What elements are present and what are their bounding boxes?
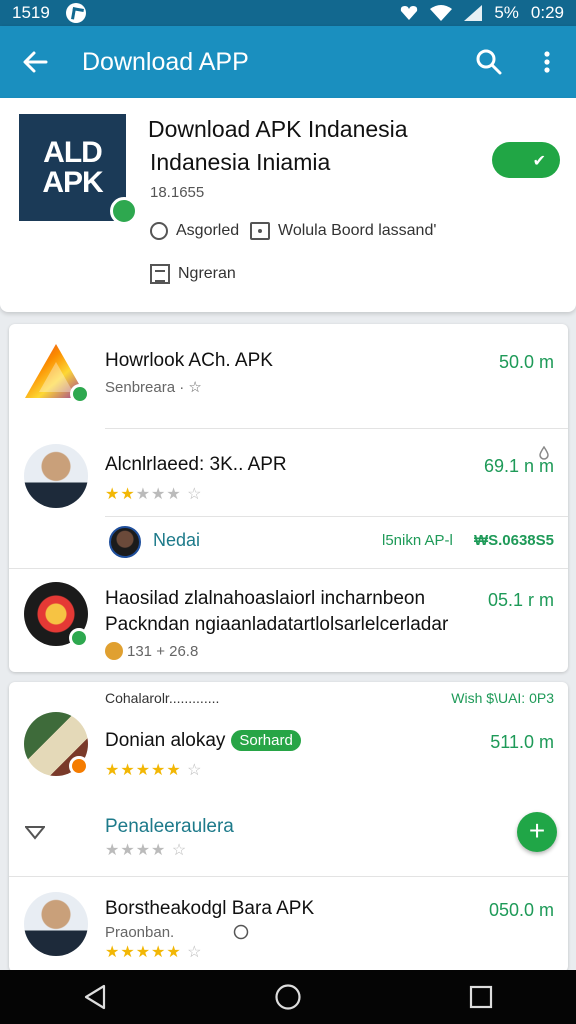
option-assorted-label: Asgorled — [176, 222, 240, 239]
list-item[interactable]: Haosilad zlalnahoaslaiorl incharnbeon Pa… — [9, 568, 568, 672]
search-button[interactable] — [460, 26, 518, 98]
timer-icon — [233, 924, 249, 940]
verified-badge-icon — [69, 628, 89, 648]
option-board[interactable]: Wolula Boord lassand' — [250, 222, 436, 240]
badge-icon — [69, 756, 89, 776]
item-size: 511.0 m — [490, 732, 554, 752]
app-bar-title: Download APP — [82, 47, 249, 76]
item-title: Nedai — [153, 530, 201, 550]
item-size: 050.0 m — [488, 900, 554, 920]
more-options-button[interactable] — [518, 26, 576, 98]
item-meta: 131 + 26.8 — [105, 642, 198, 660]
section-header: Cohalarolr............. — [105, 690, 220, 706]
item-title: Haosilad zlalnahoaslaiorl incharnbeon — [105, 588, 426, 609]
verified-badge-icon — [70, 384, 90, 404]
search-icon — [476, 49, 502, 75]
item-subtitle: Praonban. — [105, 924, 175, 941]
download-count: 18.1655 — [150, 184, 205, 201]
apps-list-card: Cohalarolr............. Wish $\UAI: 0P3 … — [9, 682, 568, 972]
option-assorted[interactable]: Asgorled — [150, 222, 239, 240]
home-circle-icon[interactable] — [274, 983, 302, 1011]
option-board-label: Wolula Boord lassand' — [278, 222, 437, 239]
list-item[interactable]: Alcnlrlaeed: 3K.. APR ★★★★★ ☆ 69.1 n m — [9, 428, 568, 516]
item-meta-text: 131 + 26.8 — [127, 642, 199, 660]
item-title: Borstheakodgl Bara APK — [105, 898, 315, 919]
signal-icon — [464, 5, 483, 21]
app-bar: Download APP — [0, 26, 576, 98]
radio-circle-icon — [150, 222, 168, 240]
item-title: Howrlook ACh. APK — [105, 350, 273, 371]
rating-stars: ★★★★ ☆ — [105, 842, 188, 859]
window-icon — [250, 222, 270, 240]
item-title: Alcnlrlaeed: 3K.. APR — [105, 454, 287, 475]
item-price: ₩S.0638S5 — [473, 532, 554, 549]
item-size: 50.0 m — [498, 352, 554, 372]
check-icon: ✔ — [532, 153, 546, 170]
logo-text-line1: ALD — [43, 136, 103, 169]
app-notification-icon — [65, 3, 86, 23]
download-list-card: Howrlook ACh. APK Senbreara · ☆ 50.0 m A… — [9, 324, 568, 672]
option-program[interactable]: Ngreran — [150, 264, 236, 284]
list-item[interactable]: Nedai l5nikn AP-l ₩S.0638S5 — [9, 516, 568, 568]
status-time-left: 1519 — [12, 3, 50, 22]
water-drop-icon — [539, 446, 549, 460]
item-title-line2: Packndan ngiaanladatartlolsarlelcerladar — [105, 614, 449, 635]
avatar — [24, 892, 88, 956]
recents-square-icon[interactable] — [469, 985, 493, 1009]
item-size: 05.1 r m — [487, 590, 554, 610]
avatar — [109, 526, 141, 558]
rating-stars: ★★★★★ ☆ — [105, 944, 203, 961]
arrow-left-icon — [23, 51, 48, 73]
list-item[interactable]: Borstheakodgl Bara APK Praonban. ★★★★★ ☆… — [9, 876, 568, 972]
add-button[interactable]: + — [517, 812, 557, 852]
vpn-heart-icon — [401, 6, 418, 20]
app-logo: ALD APK — [19, 114, 138, 225]
more-vert-icon — [544, 51, 550, 73]
list-box-icon — [150, 264, 170, 284]
app-title-line2: Indanesia Iniamia — [150, 149, 331, 175]
wifi-icon — [430, 5, 453, 21]
avatar — [24, 444, 88, 508]
item-title: Penaleeraulera — [105, 816, 234, 837]
rating-stars: ★★★★★ ☆ — [105, 762, 203, 779]
rating-stars: ★★★★★ ☆ — [105, 486, 203, 503]
list-item[interactable]: Howrlook ACh. APK Senbreara · ☆ 50.0 m — [9, 324, 568, 428]
chevron-down-icon[interactable] — [25, 826, 45, 840]
item-tag: l5nikn AP-l — [382, 532, 453, 549]
verified-badge-icon — [110, 197, 138, 225]
list-item[interactable]: Penaleeraulera ★★★★ ☆ + — [9, 792, 568, 876]
battery-text: 5% — [494, 3, 519, 22]
coin-icon — [105, 642, 123, 660]
back-button[interactable] — [0, 26, 70, 98]
list-item[interactable]: Donian alokay Sorhard ★★★★★ ☆ 511.0 m — [9, 710, 568, 792]
status-time-right: 0:29 — [530, 3, 564, 22]
enable-toggle[interactable]: ✔ — [492, 142, 560, 178]
section-header-right: Wish $\UAI: 0P3 — [451, 690, 554, 706]
item-title-text: Donian alokay — [105, 730, 226, 751]
item-subtitle: Senbreara · ☆ — [105, 379, 202, 396]
back-triangle-icon[interactable] — [83, 984, 107, 1010]
option-program-label: Ngreran — [178, 265, 236, 282]
system-nav-bar — [0, 970, 576, 1024]
status-bar: 1519 5% 0:29 — [0, 0, 576, 26]
status-badge: Sorhard — [231, 730, 301, 752]
logo-text-line2: APK — [42, 166, 103, 199]
item-title: Donian alokay Sorhard — [105, 730, 301, 752]
app-header-card: ALD APK Download APK Indanesia Indanesia… — [0, 98, 576, 312]
app-title-line1: Download APK Indanesia — [148, 116, 408, 142]
